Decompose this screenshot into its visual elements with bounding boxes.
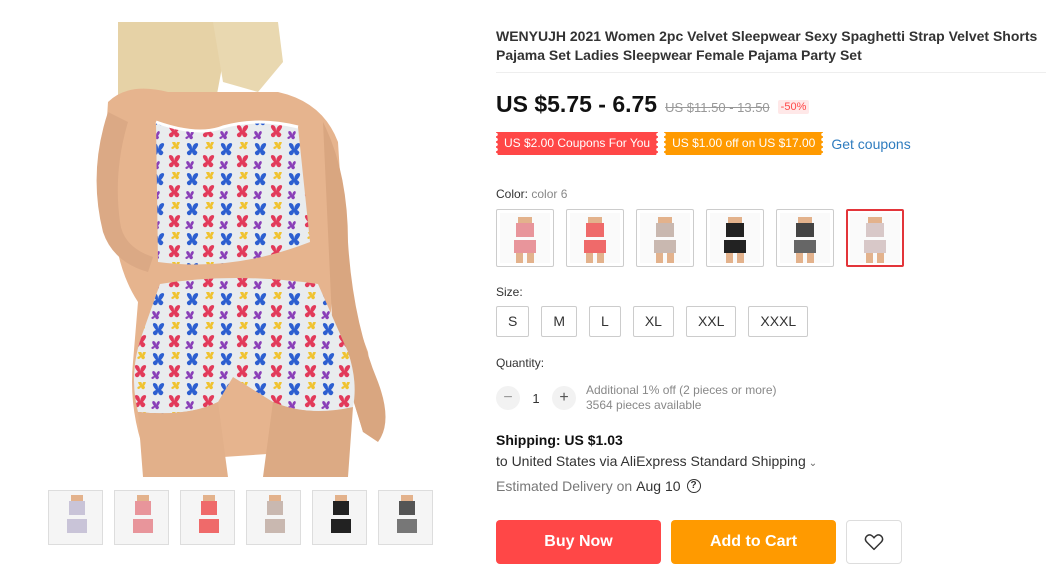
chevron-down-icon: ⌄ [808,458,818,469]
quantity-stepper: − 1 + Additional 1% off (2 pieces or mor… [496,383,777,413]
selected-color-name: color 6 [531,187,568,201]
quantity-label: Quantity: [496,356,545,370]
quantity-value[interactable]: 1 [520,391,552,406]
get-coupons-link[interactable]: Get coupons [831,136,910,152]
color-option-2[interactable] [566,209,624,267]
color-swatch-3 [640,213,690,263]
quantity-info: Additional 1% off (2 pieces or more) 356… [586,383,777,413]
color-option-1[interactable] [496,209,554,267]
color-options [496,209,904,267]
size-option-m[interactable]: M [541,306,578,337]
size-options: S M L XL XXL XXXL [496,306,809,337]
thumbnail-4[interactable] [246,490,301,545]
delivery-date: Aug 10 [636,478,681,494]
size-option-s[interactable]: S [496,306,530,337]
size-option-xl[interactable]: XL [632,306,674,337]
delivery-label: Estimated Delivery on [496,478,633,494]
size-option-l[interactable]: L [589,306,621,337]
color-swatch-1 [500,213,550,263]
color-label-text: Color: [496,187,529,201]
thumbnail-strip [48,490,433,545]
color-swatch-4 [710,213,760,263]
coupon-badge-1[interactable]: US $2.00 Coupons For You [493,132,661,155]
model-photo [48,22,428,477]
question-circle-icon[interactable]: ? [686,479,701,493]
color-swatch-6 [850,213,900,263]
thumbnail-6[interactable] [378,490,433,545]
shipping-method-selector[interactable]: to United States via AliExpress Standard… [496,453,817,469]
wishlist-button[interactable] [846,520,902,564]
purchase-actions: Buy Now Add to Cart [496,520,902,564]
main-product-image[interactable] [48,22,428,477]
shipping-price: Shipping: US $1.03 [496,432,623,448]
color-label: Color: color 6 [496,187,567,201]
size-label: Size: [496,285,523,299]
title-divider [496,72,1046,73]
shipping-method-text: to United States via AliExpress Standard… [496,453,806,469]
size-option-xxxl[interactable]: XXXL [748,306,809,337]
quantity-increase-button[interactable]: + [552,386,576,410]
buy-now-button[interactable]: Buy Now [496,520,661,564]
color-swatch-2 [570,213,620,263]
add-to-cart-button[interactable]: Add to Cart [671,520,836,564]
thumbnail-5[interactable] [312,490,367,545]
color-swatch-5 [780,213,830,263]
thumbnail-2[interactable] [114,490,169,545]
product-title: WENYUJH 2021 Women 2pc Velvet Sleepwear … [496,28,1038,63]
coupon-row: US $2.00 Coupons For You US $1.00 off on… [493,132,911,155]
color-option-4[interactable] [706,209,764,267]
coupon-badge-2[interactable]: US $1.00 off on US $17.00 [662,132,826,155]
estimated-delivery: Estimated Delivery on Aug 10 ? [496,478,701,494]
color-option-3[interactable] [636,209,694,267]
stock-available-text: 3564 pieces available [586,398,702,412]
heart-icon [864,534,884,551]
bulk-offer-text: Additional 1% off (2 pieces or more) [586,383,777,397]
quantity-decrease-button[interactable]: − [496,386,520,410]
discount-badge: -50% [777,100,810,114]
color-option-5[interactable] [776,209,834,267]
size-option-xxl[interactable]: XXL [685,306,737,337]
price-row: US $5.75 - 6.75 US $11.50 - 13.50 -50% [496,91,810,118]
original-price: US $11.50 - 13.50 [665,100,770,115]
thumbnail-1[interactable] [48,490,103,545]
thumbnail-3[interactable] [180,490,235,545]
current-price: US $5.75 - 6.75 [496,91,658,117]
color-option-6-selected[interactable] [846,209,904,267]
